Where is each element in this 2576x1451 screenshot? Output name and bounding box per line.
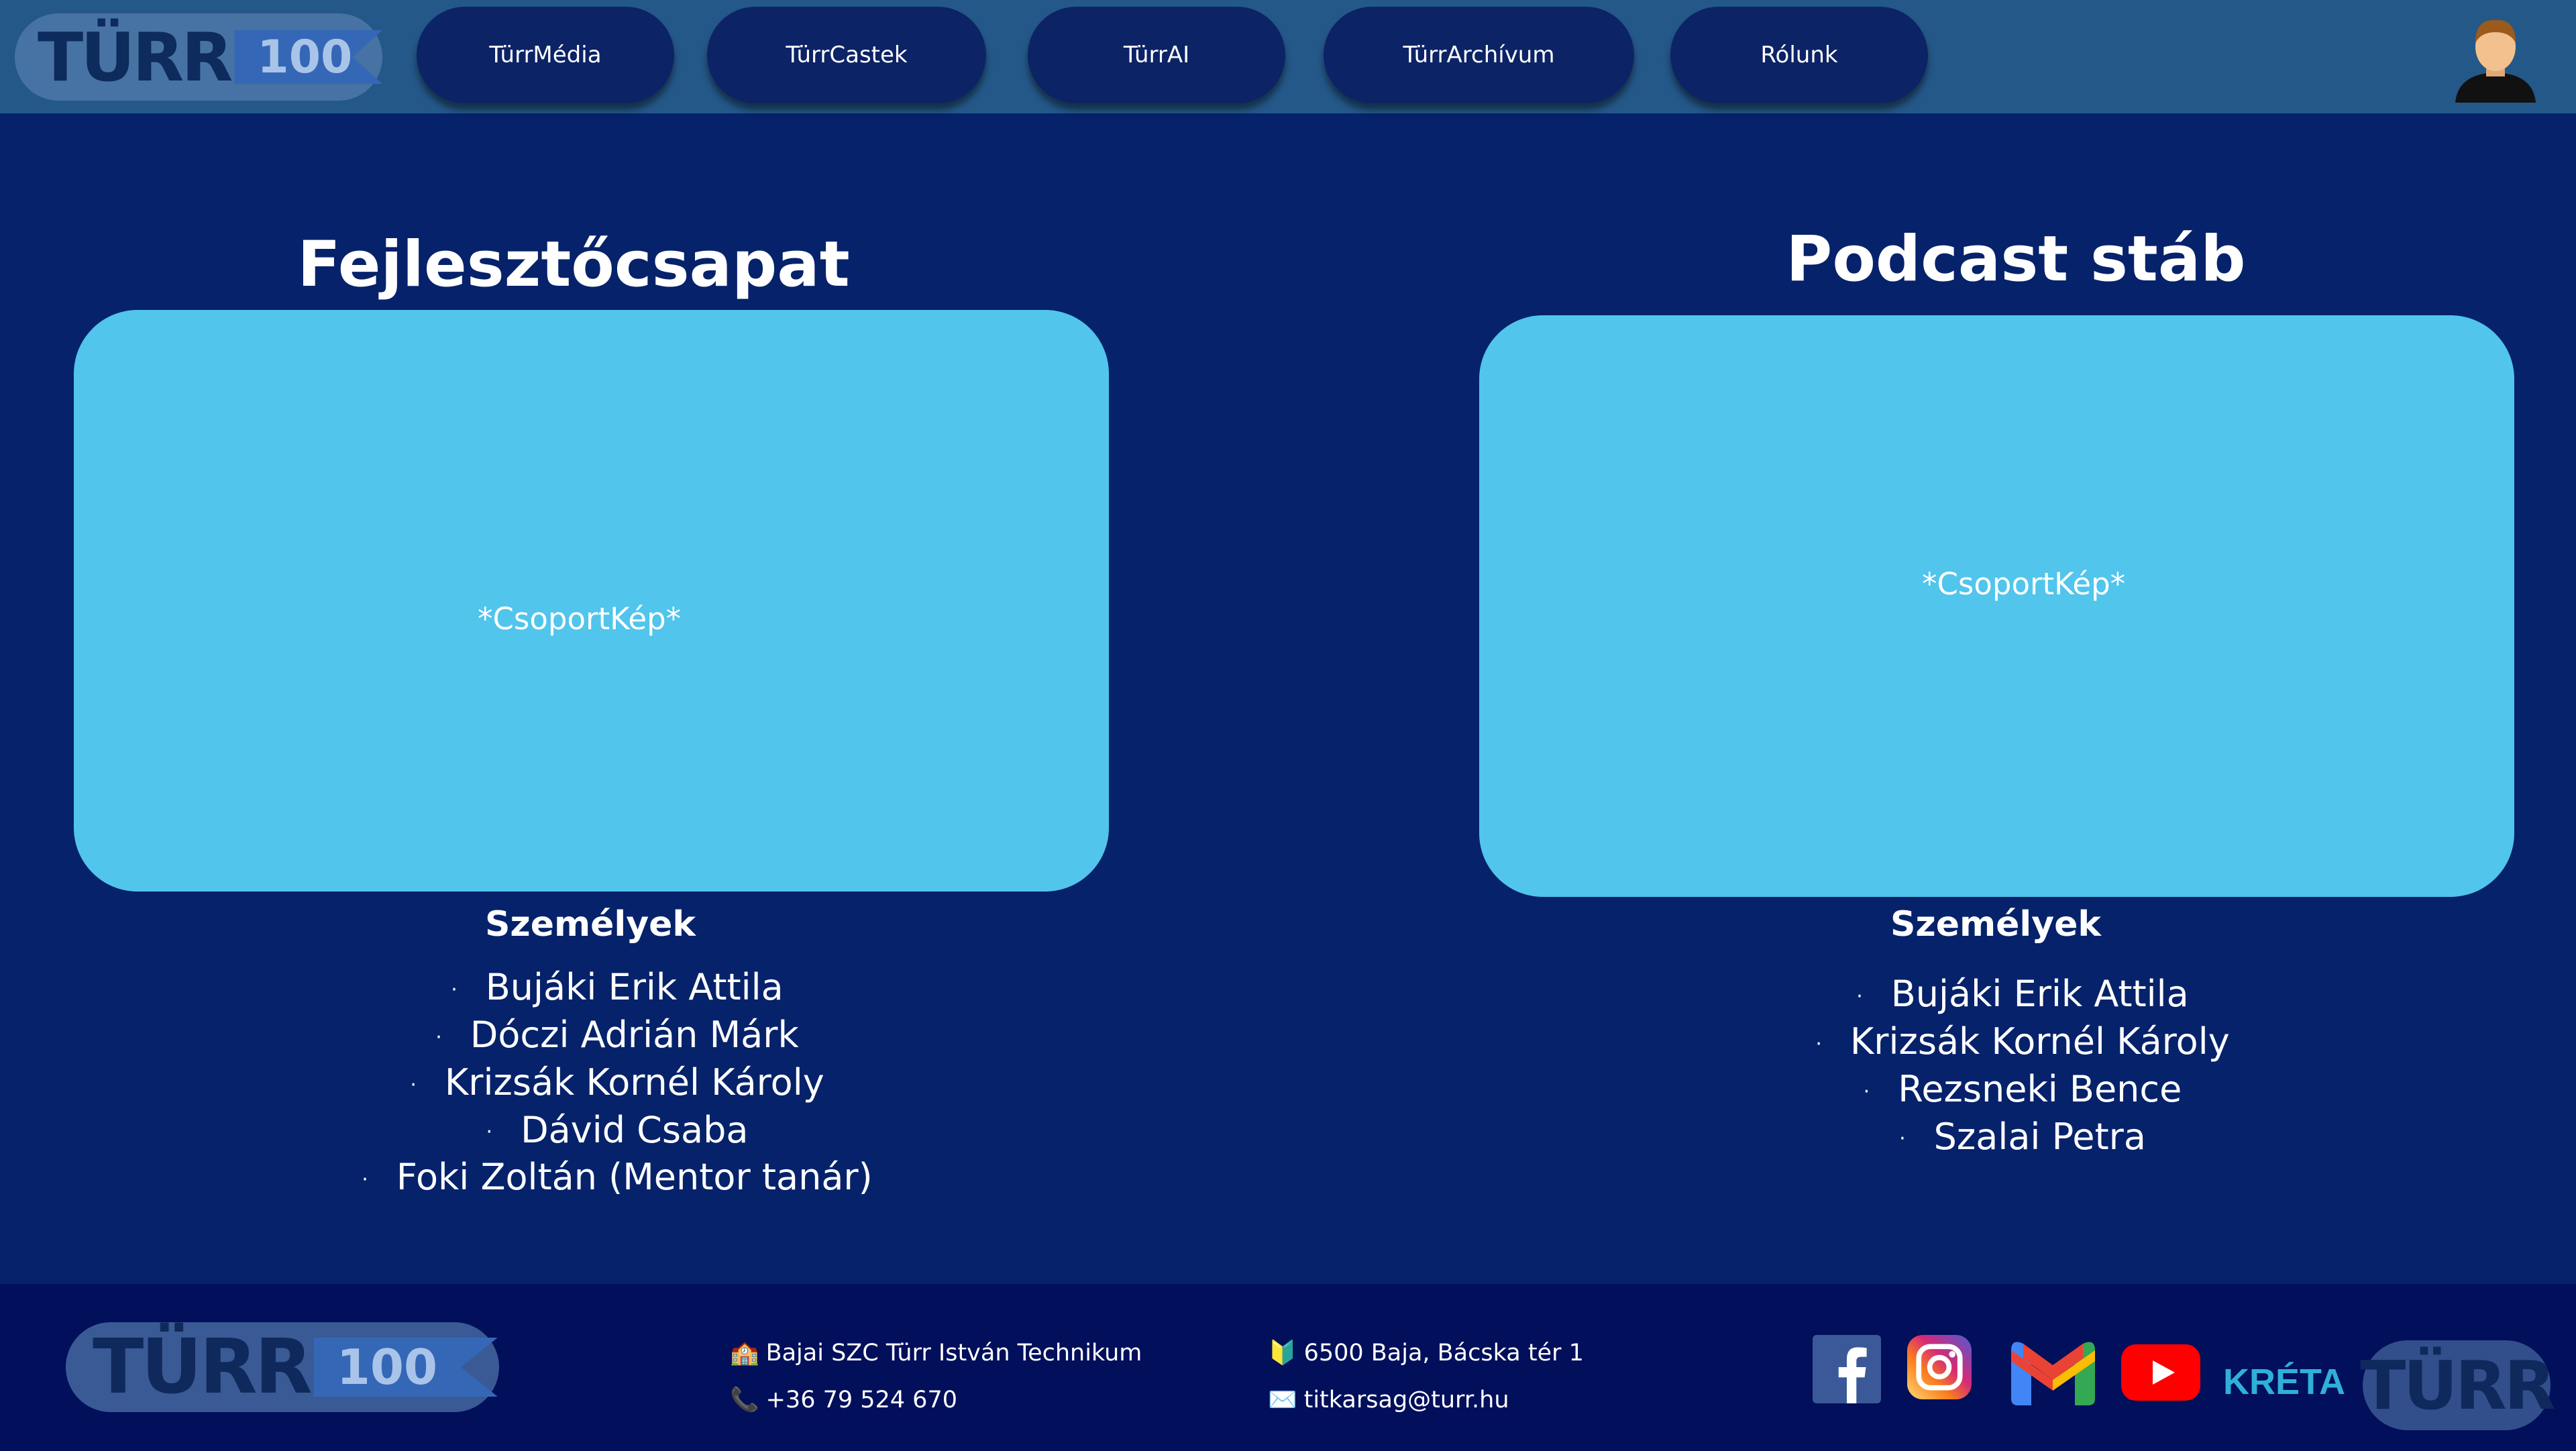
photo-label: *CsoportKép* bbox=[1922, 566, 2126, 602]
logo-number: 100 bbox=[234, 30, 382, 84]
phone-number[interactable]: 📞 +36 79 524 670 bbox=[730, 1386, 957, 1414]
logo-text: TÜRR bbox=[38, 17, 233, 97]
people-title: Személyek bbox=[1890, 904, 2101, 945]
photo-label: *CsoportKép* bbox=[478, 601, 682, 637]
turr-footer-logo[interactable]: TÜRR bbox=[2360, 1340, 2556, 1430]
list-item: · Krizsák Kornél Károly bbox=[1815, 1020, 2230, 1063]
nav-rolunk[interactable]: Rólunk bbox=[1670, 7, 1928, 103]
people-list: · Bujáki Erik Attila · Krizsák Kornél Káro… bbox=[1701, 971, 2345, 1161]
logo-number: 100 bbox=[313, 1338, 498, 1397]
facebook-icon[interactable] bbox=[1813, 1335, 1881, 1403]
turr-100-logo[interactable]: TÜRR 100 bbox=[66, 1322, 499, 1412]
section-title: Fejlesztőcsapat bbox=[297, 228, 850, 301]
building-icon: 🏫 bbox=[730, 1340, 759, 1366]
people-title: Személyek bbox=[484, 904, 696, 945]
mail-icon: ✉️ bbox=[1268, 1387, 1297, 1413]
list-item: · Krizsák Kornél Károly bbox=[410, 1061, 824, 1104]
location-icon: 🔰 bbox=[1268, 1340, 1297, 1366]
list-item: · Bujáki Erik Attila bbox=[1856, 973, 2189, 1015]
phone-icon: 📞 bbox=[730, 1387, 759, 1413]
youtube-icon[interactable] bbox=[2121, 1344, 2200, 1401]
list-item: · Dóczi Adrián Márk bbox=[435, 1013, 799, 1056]
instagram-icon[interactable] bbox=[1907, 1335, 1972, 1399]
turr-100-logo[interactable]: TÜRR 100 bbox=[15, 13, 382, 101]
gmail-icon[interactable] bbox=[2011, 1335, 2095, 1409]
kreta-logo[interactable]: KRÉTA bbox=[2223, 1348, 2345, 1415]
list-item: · Dávid Csaba bbox=[486, 1108, 749, 1151]
logo-text: TÜRR bbox=[93, 1324, 313, 1411]
group-photo-placeholder: *CsoportKép* bbox=[74, 310, 1109, 892]
group-photo-placeholder: *CsoportKép* bbox=[1479, 315, 2514, 897]
list-item: · Bujáki Erik Attila bbox=[451, 966, 784, 1008]
school-name: 🏫 Bajai SZC Türr István Technikum bbox=[730, 1339, 1142, 1367]
list-item: · Szalai Petra bbox=[1899, 1115, 2146, 1158]
email-address[interactable]: ✉️ titkarsag@turr.hu bbox=[1268, 1386, 1509, 1414]
list-item: · Rezsneki Bence bbox=[1863, 1067, 2182, 1110]
nav-turrmedia[interactable]: TürrMédia bbox=[417, 7, 674, 103]
nav-turrai[interactable]: TürrAI bbox=[1028, 7, 1285, 103]
user-avatar-icon[interactable] bbox=[2449, 12, 2542, 103]
people-list: · Bujáki Erik Attila · Dóczi Adrián Márk ·… bbox=[295, 965, 939, 1202]
list-item: · Foki Zoltán (Mentor tanár) bbox=[362, 1156, 873, 1199]
top-navbar: TÜRR 100 TürrMédia TürrCastek TürrAI Tür… bbox=[0, 0, 2576, 113]
address: 🔰 6500 Baja, Bácska tér 1 bbox=[1268, 1339, 1584, 1367]
nav-turrcastek[interactable]: TürrCastek bbox=[707, 7, 986, 103]
nav-turrarchivum[interactable]: TürrArchívum bbox=[1324, 7, 1634, 103]
logo-text: TÜRR bbox=[2360, 1346, 2555, 1425]
section-title: Podcast stáb bbox=[1786, 223, 2246, 296]
